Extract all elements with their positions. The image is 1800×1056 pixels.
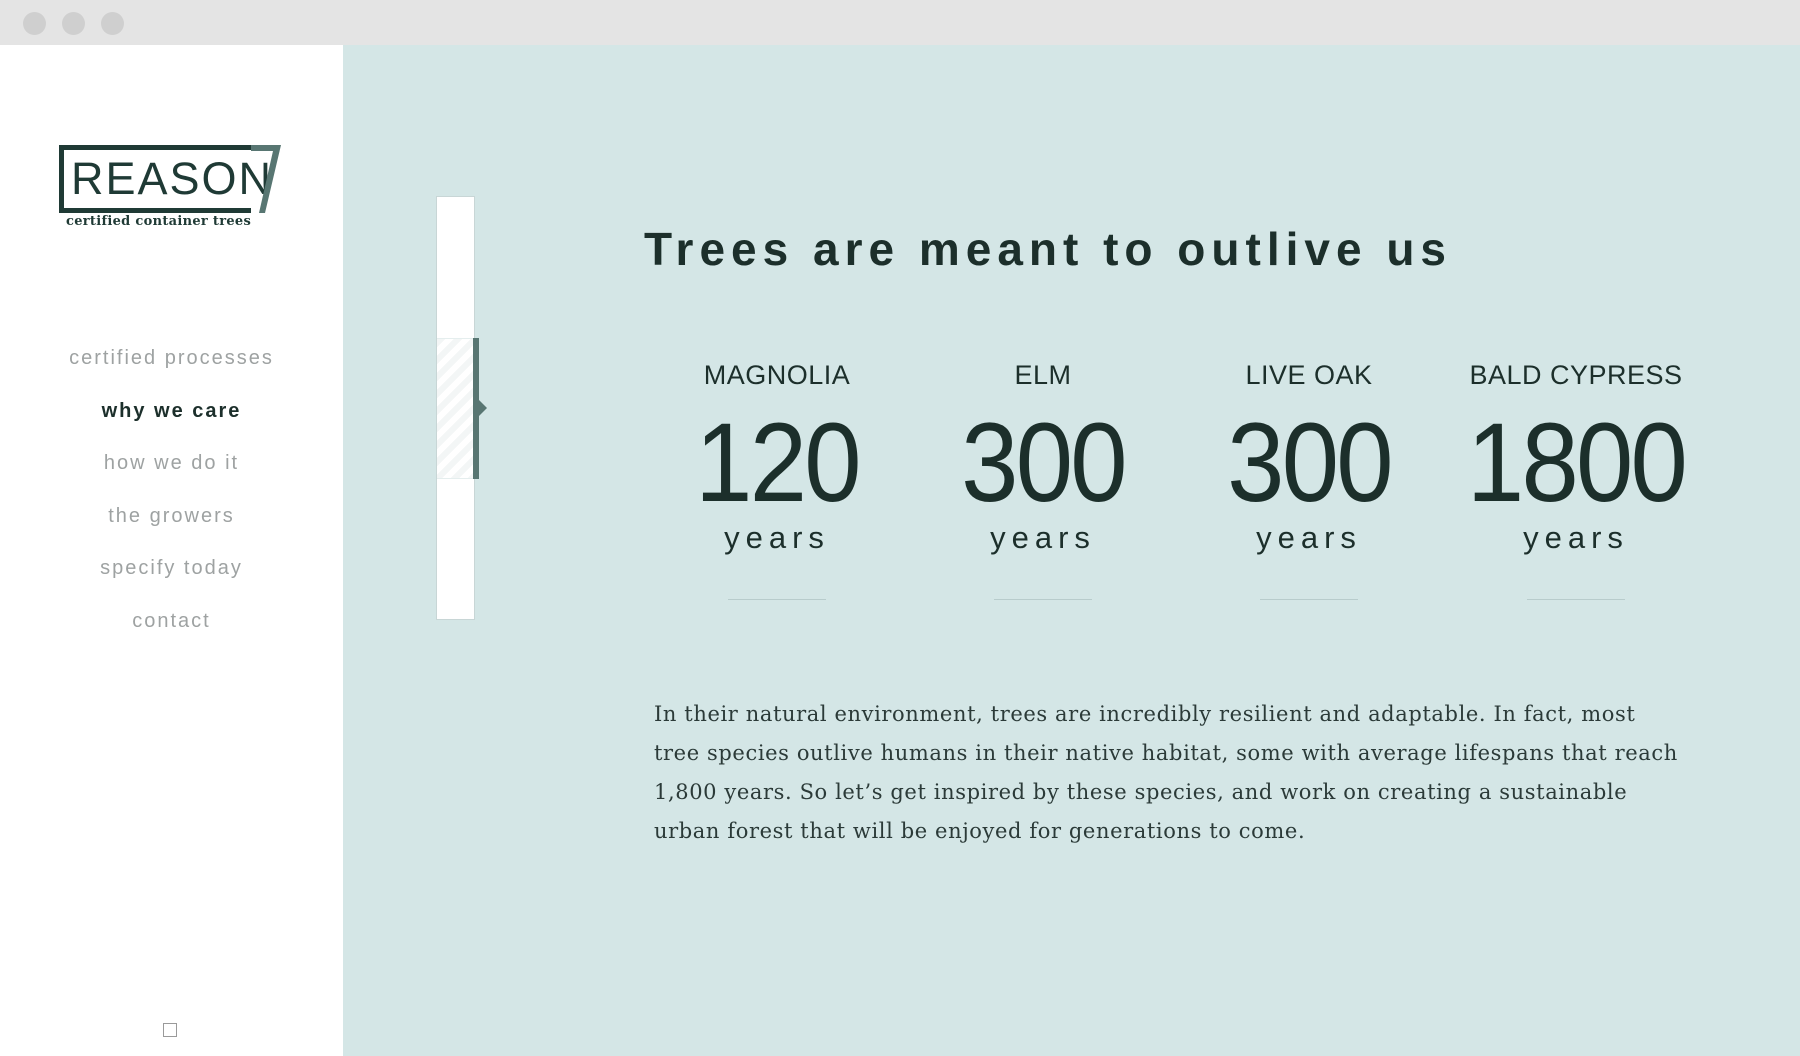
sidebar: REASON certified container trees certifi… xyxy=(0,45,343,1056)
stat-divider xyxy=(728,599,826,600)
logo-tagline: certified container trees xyxy=(66,214,252,229)
stat-divider xyxy=(994,599,1092,600)
nav-item-specify-today[interactable]: specify today xyxy=(0,542,343,595)
window-minimize-button[interactable] xyxy=(62,12,85,35)
menu-toggle-icon[interactable] xyxy=(163,1023,177,1037)
stat-name: MAGNOLIA xyxy=(703,360,851,390)
stat-bald-cypress: BALD CYPRESS 1800 years xyxy=(1443,355,1709,600)
stat-magnolia: MAGNOLIA 120 years xyxy=(644,355,910,600)
window-titlebar xyxy=(0,0,1800,45)
caret-right-icon xyxy=(479,400,487,416)
main-nav: certified processes why we care how we d… xyxy=(0,332,343,647)
stat-live-oak: LIVE OAK 300 years xyxy=(1176,355,1442,600)
logo-wordmark: REASON xyxy=(71,153,274,204)
stat-value: 300 xyxy=(1227,400,1393,525)
brand-logo[interactable]: REASON certified container trees xyxy=(59,145,283,240)
stat-name: ELM xyxy=(1014,360,1072,390)
nav-item-the-growers[interactable]: the growers xyxy=(0,490,343,543)
window-close-button[interactable] xyxy=(23,12,46,35)
stat-name: BALD CYPRESS xyxy=(1469,360,1683,390)
nav-item-contact[interactable]: contact xyxy=(0,595,343,648)
page-title: Trees are meant to outlive us xyxy=(644,223,1453,275)
body-paragraph: In their natural environment, trees are … xyxy=(654,702,1678,843)
stat-value: 120 xyxy=(695,400,861,525)
nav-item-why-we-care[interactable]: why we care xyxy=(0,385,343,438)
section-progress-indicator[interactable] xyxy=(436,196,487,620)
stat-elm: ELM 300 years xyxy=(910,355,1176,600)
window-maximize-button[interactable] xyxy=(101,12,124,35)
section-progress-thumb[interactable] xyxy=(437,338,473,479)
stat-divider xyxy=(1260,599,1358,600)
logo-seven-mark xyxy=(251,145,281,213)
stat-name: LIVE OAK xyxy=(1245,360,1373,390)
stat-value: 1800 xyxy=(1466,400,1688,525)
nav-item-certified-processes[interactable]: certified processes xyxy=(0,332,343,385)
stat-value: 300 xyxy=(961,400,1127,525)
nav-item-how-we-do-it[interactable]: how we do it xyxy=(0,437,343,490)
stat-divider xyxy=(1527,599,1625,600)
